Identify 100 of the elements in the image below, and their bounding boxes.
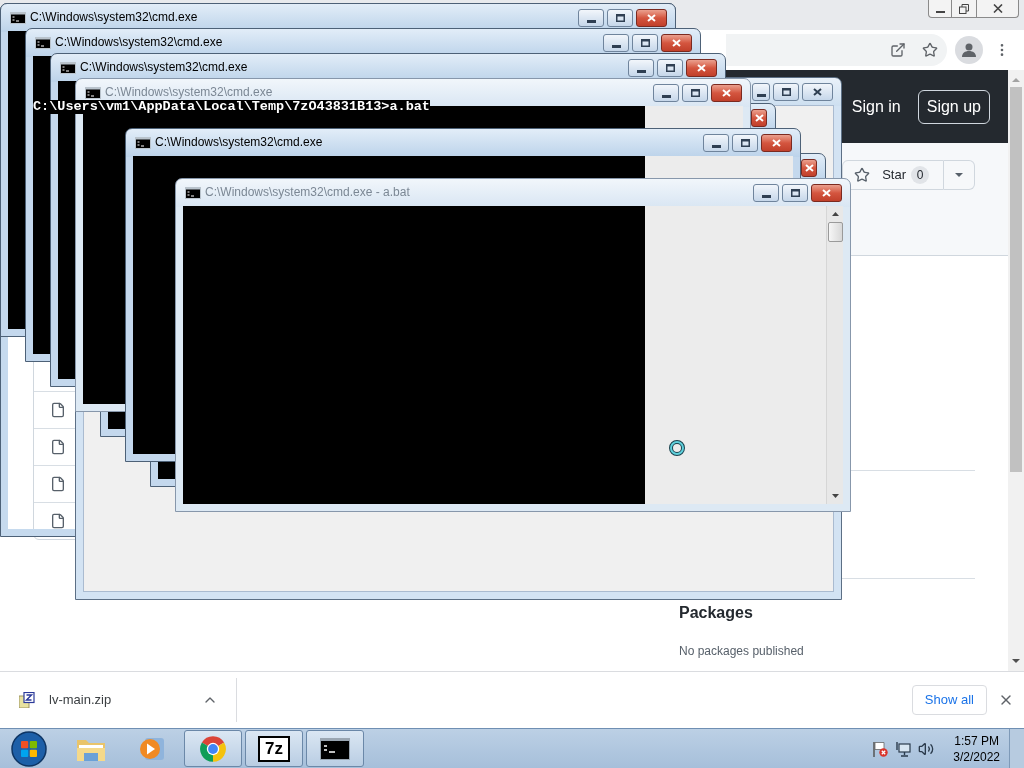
minimize-button[interactable] bbox=[628, 59, 654, 77]
maximize-button[interactable] bbox=[632, 34, 658, 52]
console-icon bbox=[185, 186, 201, 199]
restore-icon bbox=[959, 3, 969, 14]
profile-button[interactable] bbox=[955, 36, 983, 64]
network-icon[interactable] bbox=[895, 740, 912, 757]
maximize-button[interactable] bbox=[782, 184, 808, 202]
close-button[interactable] bbox=[801, 159, 817, 177]
console-icon bbox=[85, 86, 101, 99]
close-icon bbox=[822, 189, 831, 197]
close-icon bbox=[672, 39, 681, 47]
minimize-icon bbox=[761, 194, 771, 198]
browser-logo-icon bbox=[199, 734, 227, 763]
page-scrollbar[interactable] bbox=[1008, 70, 1024, 671]
sign-in-link[interactable]: Sign in bbox=[851, 94, 901, 119]
star-dropdown-button[interactable] bbox=[944, 160, 975, 190]
window-title: C:\Windows\system32\cmd.exe bbox=[155, 135, 323, 150]
scroll-down-arrow-icon[interactable] bbox=[1012, 659, 1020, 663]
window-title: C:\Windows\system32\cmd.exe - a.bat bbox=[205, 185, 410, 200]
maximize-icon bbox=[690, 89, 700, 97]
packages-heading: Packages bbox=[679, 603, 754, 623]
archive-file-icon bbox=[19, 692, 35, 708]
close-icon bbox=[647, 14, 656, 22]
download-item[interactable]: lv-main.zip bbox=[19, 690, 112, 710]
minimize-button[interactable] bbox=[928, 0, 952, 18]
close-icon bbox=[754, 114, 764, 122]
caret-down-icon bbox=[955, 173, 963, 177]
star-icon bbox=[922, 42, 938, 58]
close-button[interactable] bbox=[751, 109, 767, 127]
taskbar-button[interactable]: 7z bbox=[245, 730, 303, 767]
maximize-button[interactable] bbox=[682, 84, 708, 102]
console-text: C:\Users\vm1\AppData\Local\Temp\7zO43831B13>a.bat bbox=[33, 100, 430, 114]
close-button[interactable] bbox=[661, 34, 692, 52]
close-button[interactable] bbox=[686, 59, 717, 77]
minimize-button[interactable] bbox=[703, 134, 729, 152]
bookmark-button[interactable] bbox=[922, 42, 938, 58]
share-button[interactable] bbox=[890, 42, 906, 58]
maximize-button[interactable] bbox=[732, 134, 758, 152]
minimize-button[interactable] bbox=[578, 9, 604, 27]
scrollbar-thumb[interactable] bbox=[1010, 87, 1022, 472]
maximize-icon bbox=[790, 189, 800, 197]
console-icon bbox=[10, 11, 26, 24]
maximize-icon bbox=[740, 139, 750, 147]
scroll-down-arrow-icon[interactable] bbox=[831, 494, 839, 498]
maximize-button[interactable] bbox=[773, 83, 799, 101]
action-center-flag-icon[interactable] bbox=[872, 740, 889, 757]
taskbar-clock[interactable]: 1:57 PM 3/2/2022 bbox=[953, 732, 1000, 765]
scrollbar-thumb[interactable] bbox=[827, 222, 843, 242]
minimize-button[interactable] bbox=[603, 34, 629, 52]
scroll-up-arrow-icon[interactable] bbox=[831, 212, 839, 216]
file-icon bbox=[50, 476, 66, 492]
restore-button[interactable] bbox=[952, 0, 977, 18]
minimize-button[interactable] bbox=[752, 83, 770, 101]
file-icon bbox=[50, 513, 66, 529]
star-button[interactable]: Star 0 bbox=[842, 160, 944, 190]
minimize-icon bbox=[586, 19, 596, 23]
volume-icon[interactable] bbox=[918, 740, 935, 757]
console-icon bbox=[35, 36, 51, 49]
close-icon bbox=[697, 64, 706, 72]
windows-logo-icon bbox=[11, 730, 47, 767]
close-button[interactable] bbox=[977, 0, 1019, 18]
show-all-button[interactable]: Show all bbox=[911, 685, 987, 715]
share-icon bbox=[890, 42, 906, 58]
minimize-button[interactable] bbox=[753, 184, 779, 202]
close-icon bbox=[722, 89, 731, 97]
close-button[interactable] bbox=[811, 184, 842, 202]
window-title: C:\Windows\system32\cmd.exe bbox=[55, 35, 223, 50]
star-count: 0 bbox=[911, 166, 929, 184]
archive-app-logo: 7z bbox=[258, 735, 290, 762]
maximize-icon bbox=[665, 64, 675, 72]
minimize-icon bbox=[636, 69, 646, 73]
taskbar-button[interactable] bbox=[306, 730, 364, 767]
maximize-button[interactable] bbox=[607, 9, 633, 27]
console-icon bbox=[320, 737, 350, 760]
close-button[interactable] bbox=[802, 83, 833, 101]
maximize-icon bbox=[781, 88, 791, 96]
scrollbar[interactable] bbox=[826, 206, 843, 504]
window-title: C:\Windows\system32\cmd.exe bbox=[30, 10, 198, 25]
minimize-button[interactable] bbox=[653, 84, 679, 102]
minimize-icon bbox=[661, 94, 671, 98]
star-icon bbox=[854, 167, 871, 183]
close-button[interactable] bbox=[636, 9, 667, 27]
file-icon bbox=[50, 402, 66, 418]
maximize-icon bbox=[640, 39, 650, 47]
minimize-icon bbox=[711, 144, 721, 148]
minimize-icon bbox=[935, 11, 945, 13]
close-icon bbox=[804, 164, 814, 172]
maximize-button[interactable] bbox=[657, 59, 683, 77]
sign-up-button[interactable]: Sign up bbox=[917, 89, 990, 124]
file-icon bbox=[50, 439, 66, 455]
minimize-icon bbox=[756, 93, 766, 97]
maximize-icon bbox=[615, 14, 625, 22]
close-button[interactable] bbox=[761, 134, 792, 152]
window-title: C:\Windows\system32\cmd.exe bbox=[105, 85, 273, 100]
console-icon bbox=[135, 136, 151, 149]
close-icon bbox=[772, 139, 781, 147]
minimize-icon bbox=[611, 44, 621, 48]
busy-cursor-icon bbox=[669, 440, 685, 456]
close-button[interactable] bbox=[711, 84, 742, 102]
avatar-icon bbox=[962, 43, 976, 57]
